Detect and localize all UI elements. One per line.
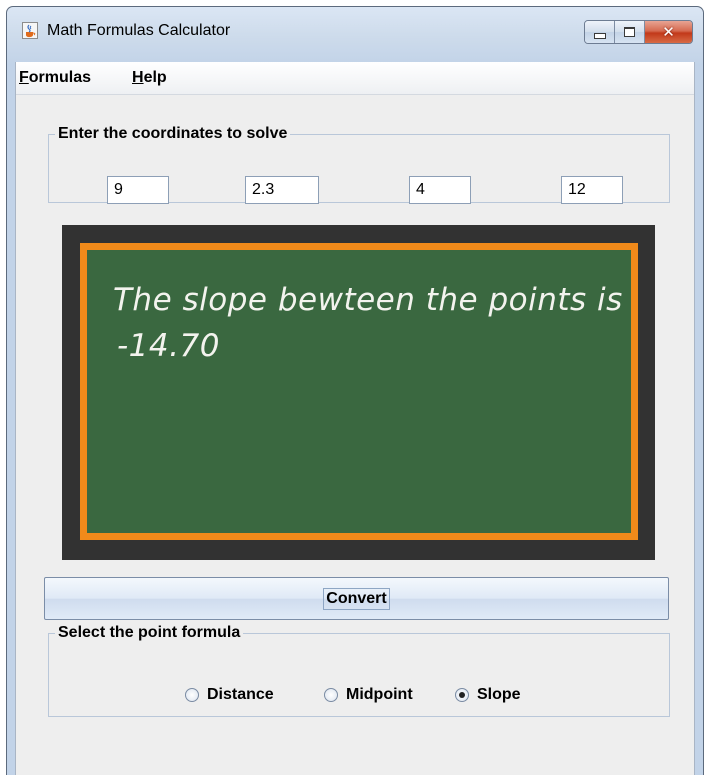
menu-formulas-mnemonic: F [19,69,29,86]
radio-midpoint[interactable]: Midpoint [324,686,413,704]
radio-button-icon [185,688,199,702]
minimize-button[interactable] [585,21,615,43]
menu-help[interactable]: Help [132,69,167,87]
app-window: Math Formulas Calculator ✕ Formulas Help… [6,6,704,775]
radio-button-icon [455,688,469,702]
y2-input[interactable] [561,176,623,204]
menu-formulas[interactable]: Formulas [19,69,91,87]
menu-help-label: elp [143,69,167,86]
formula-legend: Select the point formula [58,624,241,641]
x1-input[interactable] [107,176,169,204]
menu-formulas-label: ormulas [28,69,92,86]
result-value: -14.70 [117,328,220,364]
chalkboard-frame: The slope bewteen the points is -14.70 [62,225,655,560]
x2-input[interactable] [409,176,471,204]
radio-button-icon [324,688,338,702]
y1-input[interactable] [245,176,319,204]
radio-slope-label: Slope [477,686,521,703]
result-line-1: The slope bewteen the points is [113,282,623,318]
radio-distance[interactable]: Distance [185,686,274,704]
java-cup-icon[interactable] [22,22,38,39]
menu-help-mnemonic: H [132,69,144,86]
radio-distance-label: Distance [207,686,274,703]
coordinates-group: Enter the coordinates to solve [48,125,670,204]
maximize-icon [624,27,635,37]
client-area: Formulas Help Enter the coordinates to s… [15,62,695,775]
minimize-icon [593,32,606,39]
coordinates-legend: Enter the coordinates to solve [58,125,288,142]
maximize-button[interactable] [615,21,645,43]
radio-midpoint-label: Midpoint [346,686,413,703]
close-icon: ✕ [662,23,675,41]
window-title: Math Formulas Calculator [47,22,231,39]
caption-buttons: ✕ [584,20,693,44]
menu-bar: Formulas Help [16,62,694,95]
chalkboard: The slope bewteen the points is -14.70 [80,243,638,540]
title-bar[interactable]: Math Formulas Calculator ✕ [7,7,703,62]
formula-group: Select the point formula Distance Midpoi… [48,624,670,717]
convert-button-label: Convert [323,587,390,610]
radio-slope[interactable]: Slope [455,686,521,704]
convert-button[interactable]: Convert [44,577,669,620]
close-button[interactable]: ✕ [645,21,692,43]
